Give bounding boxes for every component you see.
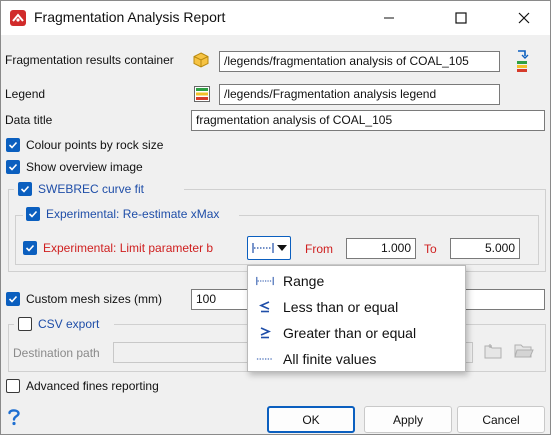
legend-input[interactable]: /legends/Fragmentation analysis legend: [219, 84, 500, 105]
checkmark-icon: [8, 295, 18, 303]
new-folder-icon[interactable]: [484, 342, 502, 360]
close-button[interactable]: [501, 1, 547, 35]
custom-mesh-label: Custom mesh sizes (mm): [26, 292, 163, 306]
dropdown-item-label: All finite values: [283, 351, 377, 367]
less-equal-icon: [256, 300, 274, 314]
custom-mesh-checkbox[interactable]: [6, 292, 20, 306]
swebrec-checkbox[interactable]: [18, 182, 32, 196]
from-label: From: [305, 242, 333, 256]
results-container-label: Fragmentation results container: [5, 53, 174, 67]
colour-points-checkbox[interactable]: [6, 138, 20, 152]
window-title: Fragmentation Analysis Report: [34, 9, 226, 25]
open-folder-icon[interactable]: [514, 342, 534, 360]
minimize-button[interactable]: [366, 1, 412, 35]
destination-path-label: Destination path: [13, 346, 100, 360]
limit-b-label: Experimental: Limit parameter b: [43, 241, 214, 255]
checkmark-icon: [25, 244, 35, 252]
range-icon: [256, 274, 274, 288]
csv-export-label: CSV export: [38, 317, 100, 331]
maximize-icon: [455, 12, 467, 24]
checkmark-icon: [28, 210, 38, 218]
advanced-fines-checkbox[interactable]: [6, 379, 20, 393]
legend-color-icon[interactable]: [194, 86, 210, 102]
data-title-label: Data title: [5, 113, 53, 127]
dropdown-item-label: Greater than or equal: [283, 325, 417, 341]
show-overview-label: Show overview image: [26, 160, 143, 174]
dropdown-item-greater-equal[interactable]: Greater than or equal: [248, 320, 465, 346]
range-icon: [252, 243, 274, 253]
limit-b-checkbox[interactable]: [23, 241, 37, 255]
chevron-down-icon: [276, 241, 288, 255]
checkmark-icon: [8, 163, 18, 171]
dropdown-item-label: Range: [283, 273, 325, 289]
from-input[interactable]: 1.000: [346, 238, 416, 259]
app-logo-icon: [10, 10, 26, 26]
swebrec-label: SWEBREC curve fit: [38, 182, 145, 196]
container-cube-icon[interactable]: [193, 52, 209, 68]
limit-mode-dropdown: Range Less than or equal Greater than or…: [247, 265, 466, 372]
greater-equal-icon: [256, 326, 274, 340]
minimize-icon: [384, 17, 394, 19]
limit-mode-combo[interactable]: [247, 236, 291, 260]
dropdown-item-label: Less than or equal: [283, 299, 399, 315]
dialog-window: Fragmentation Analysis Report Fragmentat…: [0, 0, 551, 435]
close-icon: [518, 12, 530, 24]
maximize-button[interactable]: [438, 1, 484, 35]
colour-points-label: Colour points by rock size: [26, 138, 164, 152]
cancel-button[interactable]: Cancel: [457, 406, 545, 433]
to-input[interactable]: 5.000: [450, 238, 520, 259]
advanced-fines-label: Advanced fines reporting: [26, 379, 159, 393]
checkmark-icon: [20, 185, 30, 193]
help-icon[interactable]: [7, 408, 21, 426]
reestimate-checkbox[interactable]: [26, 207, 40, 221]
to-label: To: [424, 242, 437, 256]
checkmark-icon: [8, 141, 18, 149]
dropdown-item-less-equal[interactable]: Less than or equal: [248, 294, 465, 320]
csv-export-checkbox[interactable]: [18, 317, 32, 331]
results-container-input[interactable]: /legends/fragmentation analysis of COAL_…: [219, 51, 500, 72]
ok-button[interactable]: OK: [267, 406, 355, 433]
legend-label: Legend: [5, 87, 46, 101]
legend-update-icon[interactable]: [515, 49, 529, 75]
dropdown-item-range[interactable]: Range: [248, 268, 465, 294]
title-bar: Fragmentation Analysis Report: [1, 1, 550, 35]
reestimate-label: Experimental: Re-estimate xMax: [46, 207, 220, 221]
apply-button[interactable]: Apply: [364, 406, 452, 433]
dropdown-item-all-finite[interactable]: All finite values: [248, 346, 465, 372]
all-values-icon: [256, 352, 274, 366]
show-overview-checkbox[interactable]: [6, 160, 20, 174]
data-title-input[interactable]: fragmentation analysis of COAL_105: [191, 110, 545, 131]
